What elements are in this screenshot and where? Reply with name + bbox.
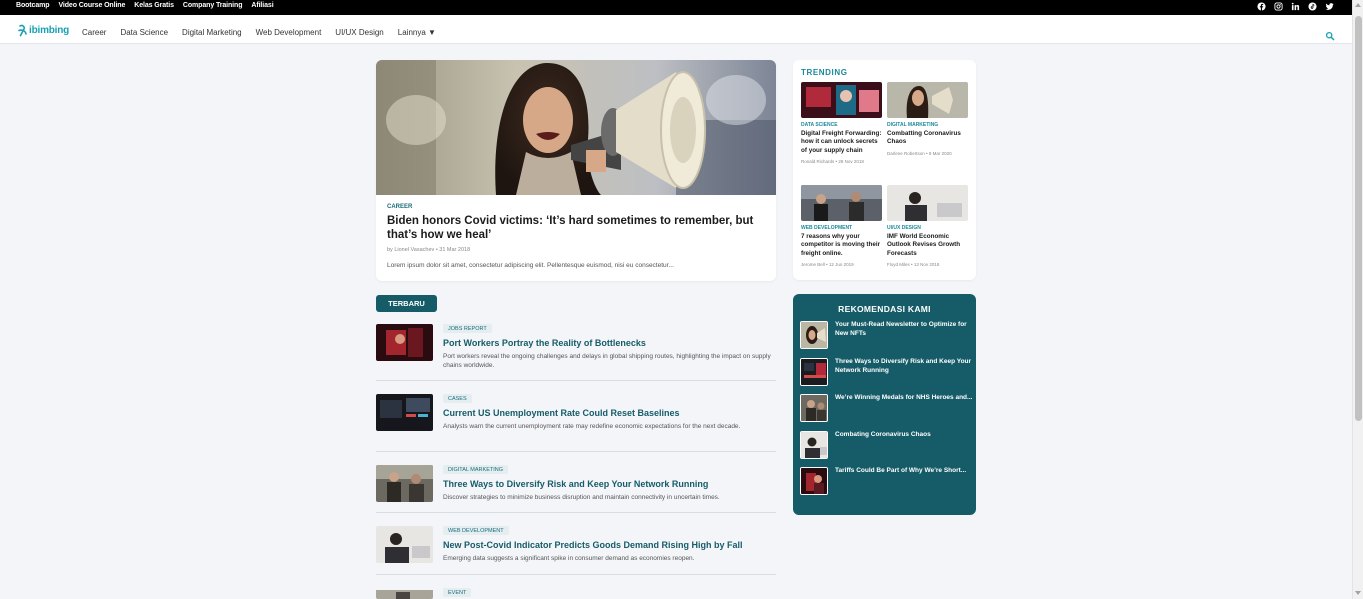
latest-article-desc: Port workers reveal the ongoing challeng… bbox=[443, 353, 771, 369]
scroll-up-arrow-icon[interactable] bbox=[1355, 3, 1361, 7]
recommendation-title[interactable]: Three Ways to Diversify Risk and Keep Yo… bbox=[835, 358, 975, 375]
utility-link-kelas-gratis[interactable]: Kelas Gratis bbox=[134, 2, 174, 9]
trending-card-title[interactable]: Digital Freight Forwarding: how it can u… bbox=[801, 130, 882, 155]
recommendation-item[interactable]: We’re Winning Medals for NHS Heroes and.… bbox=[800, 394, 972, 424]
tiktok-icon[interactable] bbox=[1308, 2, 1317, 11]
utility-links: Bootcamp Video Course Online Kelas Grati… bbox=[16, 2, 274, 9]
nav-item-uiux-design[interactable]: UI/UX Design bbox=[335, 28, 383, 37]
logo-text: ibimbing bbox=[29, 25, 70, 36]
recommendation-item[interactable]: Three Ways to Diversify Risk and Keep Yo… bbox=[800, 358, 972, 388]
latest-article-image bbox=[376, 324, 433, 361]
latest-article-image bbox=[376, 588, 433, 599]
latest-section-badge: TERBARU bbox=[376, 295, 437, 312]
main-navbar: ibimbing Career Data Science Digital Mar… bbox=[0, 15, 1352, 44]
trending-card-image bbox=[801, 82, 882, 118]
trending-card-title[interactable]: Combatting Coronavirus Chaos bbox=[887, 130, 968, 147]
latest-article[interactable]: DIGITAL MARKETING Three Ways to Diversif… bbox=[376, 465, 776, 513]
trending-card-image bbox=[801, 185, 882, 221]
instagram-icon[interactable] bbox=[1274, 2, 1283, 11]
recommendation-title[interactable]: Your Must-Read Newsletter to Optimize fo… bbox=[835, 321, 975, 338]
scrollbar-thumb[interactable] bbox=[1355, 16, 1362, 421]
trending-card-image bbox=[887, 185, 968, 221]
trending-card-category[interactable]: UI/UX DESIGN bbox=[887, 225, 968, 231]
utility-link-company-training[interactable]: Company Training bbox=[183, 2, 243, 9]
latest-article-tag[interactable]: EVENT bbox=[443, 588, 472, 597]
latest-article-title[interactable]: Port Workers Portray the Reality of Bott… bbox=[443, 338, 646, 348]
utility-link-video-course[interactable]: Video Course Online bbox=[58, 2, 125, 9]
latest-article-desc: Discover strategies to minimize business… bbox=[443, 494, 720, 501]
trending-card-meta: Floyd Miles • 13 Nov 2018 bbox=[887, 261, 940, 267]
latest-article-desc: Emerging data suggests a significant spi… bbox=[443, 555, 695, 562]
latest-article-image bbox=[376, 526, 433, 563]
latest-article-image bbox=[376, 394, 433, 431]
trending-card[interactable]: WEB DEVELOPMENT 7 reasons why your compe… bbox=[801, 185, 882, 267]
trending-card-meta: Ronald Richards • 28 Nov 2018 bbox=[801, 158, 864, 164]
latest-article[interactable]: EVENT bbox=[376, 588, 776, 599]
recommendation-heading: REKOMENDASI KAMI bbox=[838, 304, 931, 314]
featured-article-excerpt: Lorem ipsum dolor sit amet, consectetur … bbox=[387, 262, 674, 269]
latest-article[interactable]: CASES Current US Unemployment Rate Could… bbox=[376, 394, 776, 452]
latest-article-title[interactable]: Current US Unemployment Rate Could Reset… bbox=[443, 408, 680, 418]
trending-heading: TRENDING bbox=[801, 68, 848, 77]
recommendation-image bbox=[800, 321, 828, 349]
linkedin-icon[interactable] bbox=[1291, 2, 1300, 11]
trending-panel: TRENDING DATA SCIENCE Digital Freight Fo… bbox=[793, 60, 976, 280]
latest-article-tag[interactable]: WEB DEVELOPMENT bbox=[443, 526, 509, 535]
featured-article-image bbox=[376, 60, 776, 195]
nav-item-data-science[interactable]: Data Science bbox=[120, 28, 168, 37]
nav-item-lainnya-dropdown[interactable]: Lainnya ▼ bbox=[398, 28, 436, 37]
latest-article-desc: Analysts warn the current unemployment r… bbox=[443, 423, 741, 430]
latest-article[interactable]: JOBS REPORT Port Workers Portray the Rea… bbox=[376, 324, 776, 381]
trending-card-category[interactable]: DIGITAL MARKETING bbox=[887, 122, 968, 128]
page-scrollbar[interactable] bbox=[1352, 0, 1363, 599]
recommendation-title[interactable]: We’re Winning Medals for NHS Heroes and.… bbox=[835, 394, 975, 403]
recommendation-item[interactable]: Your Must-Read Newsletter to Optimize fo… bbox=[800, 321, 972, 351]
nav-item-digital-marketing[interactable]: Digital Marketing bbox=[182, 28, 242, 37]
trending-card-category[interactable]: WEB DEVELOPMENT bbox=[801, 225, 882, 231]
recommendation-item[interactable]: Combating Coronavirus Chaos bbox=[800, 431, 972, 461]
featured-article-title[interactable]: Biden honors Covid victims: ‘It’s hard s… bbox=[387, 214, 767, 242]
site-logo[interactable]: ibimbing bbox=[17, 24, 69, 37]
utility-link-bootcamp[interactable]: Bootcamp bbox=[16, 2, 50, 9]
top-utility-bar: Bootcamp Video Course Online Kelas Grati… bbox=[0, 0, 1352, 15]
recommendation-image bbox=[800, 394, 828, 422]
latest-article-tag[interactable]: CASES bbox=[443, 394, 472, 403]
trending-card-meta: Jerome Bell • 12 Jun 2019 bbox=[801, 261, 854, 267]
trending-card[interactable]: DIGITAL MARKETING Combatting Coronavirus… bbox=[887, 82, 968, 156]
latest-article[interactable]: WEB DEVELOPMENT New Post-Covid Indicator… bbox=[376, 526, 776, 575]
search-icon[interactable] bbox=[1325, 28, 1335, 41]
recommendation-panel: REKOMENDASI KAMI Your Must-Read Newslett… bbox=[793, 294, 976, 515]
recommendation-image bbox=[800, 431, 828, 459]
featured-article-meta: by Lionel Vasachev • 31 Mar 2018 bbox=[387, 247, 471, 253]
nav-item-career[interactable]: Career bbox=[82, 28, 106, 37]
featured-article-category[interactable]: CAREER bbox=[387, 204, 412, 210]
recommendation-title[interactable]: Tariffs Could Be Part of Why We’re Short… bbox=[835, 467, 975, 476]
trending-card-title[interactable]: 7 reasons why your competitor is moving … bbox=[801, 233, 882, 258]
featured-article-card[interactable]: CAREER Biden honors Covid victims: ‘It’s… bbox=[376, 60, 776, 281]
twitter-icon[interactable] bbox=[1325, 2, 1334, 11]
trending-card-image bbox=[887, 82, 968, 118]
latest-article-title[interactable]: Three Ways to Diversify Risk and Keep Yo… bbox=[443, 479, 708, 489]
latest-article-title[interactable]: New Post-Covid Indicator Predicts Goods … bbox=[443, 540, 743, 550]
trending-card[interactable]: DATA SCIENCE Digital Freight Forwarding:… bbox=[801, 82, 882, 164]
recommendation-item[interactable]: Tariffs Could Be Part of Why We’re Short… bbox=[800, 467, 972, 497]
nav-item-web-development[interactable]: Web Development bbox=[256, 28, 322, 37]
trending-card-title[interactable]: IMF World Economic Outlook Revises Growt… bbox=[887, 233, 968, 258]
logo-mark-icon bbox=[18, 24, 27, 37]
facebook-icon[interactable] bbox=[1257, 2, 1266, 11]
latest-article-image bbox=[376, 465, 433, 502]
latest-article-tag[interactable]: DIGITAL MARKETING bbox=[443, 465, 509, 474]
recommendation-image bbox=[800, 467, 828, 495]
trending-card-meta: Darlene Robertson • 9 Mar 2020 bbox=[887, 150, 952, 156]
recommendation-title[interactable]: Combating Coronavirus Chaos bbox=[835, 431, 975, 440]
trending-card-category[interactable]: DATA SCIENCE bbox=[801, 122, 882, 128]
trending-card[interactable]: UI/UX DESIGN IMF World Economic Outlook … bbox=[887, 185, 968, 267]
social-links bbox=[1257, 2, 1334, 11]
nav-links: Career Data Science Digital Marketing We… bbox=[82, 28, 436, 37]
recommendation-image bbox=[800, 358, 828, 386]
latest-article-tag[interactable]: JOBS REPORT bbox=[443, 324, 492, 333]
scroll-down-arrow-icon[interactable] bbox=[1355, 591, 1361, 595]
utility-link-afiliasi[interactable]: Afiliasi bbox=[251, 2, 273, 9]
